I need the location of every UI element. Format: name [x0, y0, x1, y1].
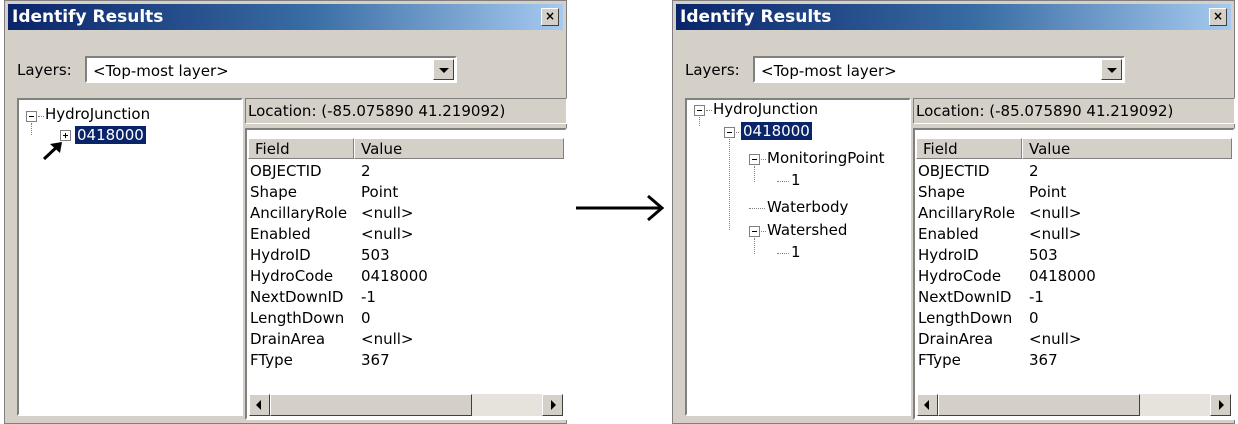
- window-title: Identify Results: [12, 7, 164, 27]
- location-text: Location: (-85.075890 41.219092): [916, 102, 1174, 120]
- field-name: DrainArea: [250, 330, 326, 348]
- scroll-left-icon[interactable]: [249, 394, 270, 416]
- title-bar[interactable]: Identify Results ×: [8, 4, 563, 30]
- layers-dropdown-value: <Top-most layer>: [761, 62, 897, 80]
- field-name: AncillaryRole: [918, 204, 1016, 222]
- field-name: LengthDown: [250, 309, 345, 327]
- window-title: Identify Results: [680, 7, 832, 27]
- tree-item-monitoringpoint-1[interactable]: 1: [791, 171, 801, 189]
- field-value: 0418000: [1029, 267, 1096, 285]
- field-name: Enabled: [250, 225, 311, 243]
- field-value: Point: [361, 183, 399, 201]
- close-icon: ×: [544, 9, 556, 23]
- field-value: -1: [361, 288, 376, 306]
- field-name: Enabled: [918, 225, 979, 243]
- right-arrow-icon: [576, 194, 665, 222]
- tree-item-hydrojunction[interactable]: HydroJunction: [713, 100, 818, 118]
- field-value: <null>: [361, 225, 414, 243]
- field-name: NextDownID: [250, 288, 344, 306]
- pointer-arrow-icon: [42, 142, 62, 161]
- close-button[interactable]: ×: [1209, 8, 1227, 26]
- tree-item-hydrojunction[interactable]: HydroJunction: [45, 105, 150, 123]
- close-button[interactable]: ×: [541, 8, 559, 26]
- tree-item-waterbody[interactable]: Waterbody: [767, 198, 848, 216]
- field-value: <null>: [1029, 225, 1082, 243]
- column-header-field[interactable]: Field: [248, 138, 354, 159]
- field-value: <null>: [1029, 204, 1082, 222]
- identify-results-window-after: Identify Results × Layers: <Top-most lay…: [672, 0, 1235, 424]
- scroll-left-icon[interactable]: [917, 394, 938, 416]
- field-name: Shape: [918, 183, 965, 201]
- field-name: OBJECTID: [250, 162, 322, 180]
- location-text: Location: (-85.075890 41.219092): [248, 102, 506, 120]
- layers-label: Layers:: [17, 61, 72, 79]
- field-name: FType: [918, 351, 961, 369]
- location-readout: Location: (-85.075890 41.219092): [245, 98, 567, 124]
- field-value: Point: [1029, 183, 1067, 201]
- collapse-icon[interactable]: [749, 226, 760, 237]
- field-value: 503: [361, 246, 390, 264]
- field-name: HydroCode: [250, 267, 334, 285]
- results-tree[interactable]: HydroJunction 0418000: [17, 98, 243, 416]
- column-header-value[interactable]: Value: [354, 138, 564, 159]
- field-name: HydroCode: [918, 267, 1002, 285]
- collapse-icon[interactable]: [694, 105, 705, 116]
- dropdown-arrow-icon[interactable]: [1101, 59, 1122, 80]
- field-value-list[interactable]: Field Value OBJECTID 2 Shape Point Ancilla…: [245, 128, 567, 420]
- tree-item-0418000[interactable]: 0418000: [740, 121, 813, 141]
- field-value: <null>: [1029, 330, 1082, 348]
- location-readout: Location: (-85.075890 41.219092): [913, 98, 1235, 124]
- field-value: 2: [1029, 162, 1039, 180]
- horizontal-scrollbar[interactable]: [249, 394, 563, 416]
- collapse-icon[interactable]: [724, 127, 735, 138]
- field-name: AncillaryRole: [250, 204, 348, 222]
- field-name: NextDownID: [918, 288, 1012, 306]
- field-value: 503: [1029, 246, 1058, 264]
- field-value: 2: [361, 162, 371, 180]
- field-value: 0: [361, 309, 371, 327]
- scroll-thumb[interactable]: [270, 394, 472, 416]
- title-bar[interactable]: Identify Results ×: [676, 4, 1231, 30]
- collapse-icon[interactable]: [26, 111, 37, 122]
- field-name: LengthDown: [918, 309, 1013, 327]
- layers-dropdown[interactable]: <Top-most layer>: [753, 56, 1125, 83]
- field-name: DrainArea: [918, 330, 994, 348]
- layers-label: Layers:: [685, 61, 740, 79]
- field-value: 0: [1029, 309, 1039, 327]
- field-value: <null>: [361, 204, 414, 222]
- field-name: HydroID: [918, 246, 979, 264]
- field-name: Shape: [250, 183, 297, 201]
- column-header-value[interactable]: Value: [1022, 138, 1232, 159]
- tree-item-monitoringpoint[interactable]: MonitoringPoint: [767, 149, 884, 167]
- dropdown-arrow-icon[interactable]: [433, 59, 454, 80]
- tree-item-watershed-1[interactable]: 1: [791, 243, 801, 261]
- tree-item-0418000[interactable]: 0418000: [74, 125, 147, 145]
- tree-item-watershed[interactable]: Watershed: [767, 221, 847, 239]
- horizontal-scrollbar[interactable]: [917, 394, 1231, 416]
- field-name: HydroID: [250, 246, 311, 264]
- results-tree[interactable]: HydroJunction 0418000 MonitoringPoint 1 …: [685, 98, 911, 416]
- layers-dropdown-value: <Top-most layer>: [93, 62, 229, 80]
- field-value: <null>: [361, 330, 414, 348]
- field-value: -1: [1029, 288, 1044, 306]
- field-value: 367: [1029, 351, 1058, 369]
- field-value-list[interactable]: Field Value OBJECTID 2 Shape Point Ancilla…: [913, 128, 1235, 420]
- scroll-right-icon[interactable]: [1210, 394, 1231, 416]
- layers-dropdown[interactable]: <Top-most layer>: [85, 56, 457, 83]
- field-name: FType: [250, 351, 293, 369]
- collapse-icon[interactable]: [749, 154, 760, 165]
- field-value: 0418000: [361, 267, 428, 285]
- column-header-field[interactable]: Field: [916, 138, 1022, 159]
- field-name: OBJECTID: [918, 162, 990, 180]
- scroll-thumb[interactable]: [938, 394, 1140, 416]
- field-value: 367: [361, 351, 390, 369]
- close-icon: ×: [1212, 9, 1224, 23]
- scroll-right-icon[interactable]: [542, 394, 563, 416]
- identify-results-window-before: Identify Results × Layers: <Top-most lay…: [4, 0, 567, 424]
